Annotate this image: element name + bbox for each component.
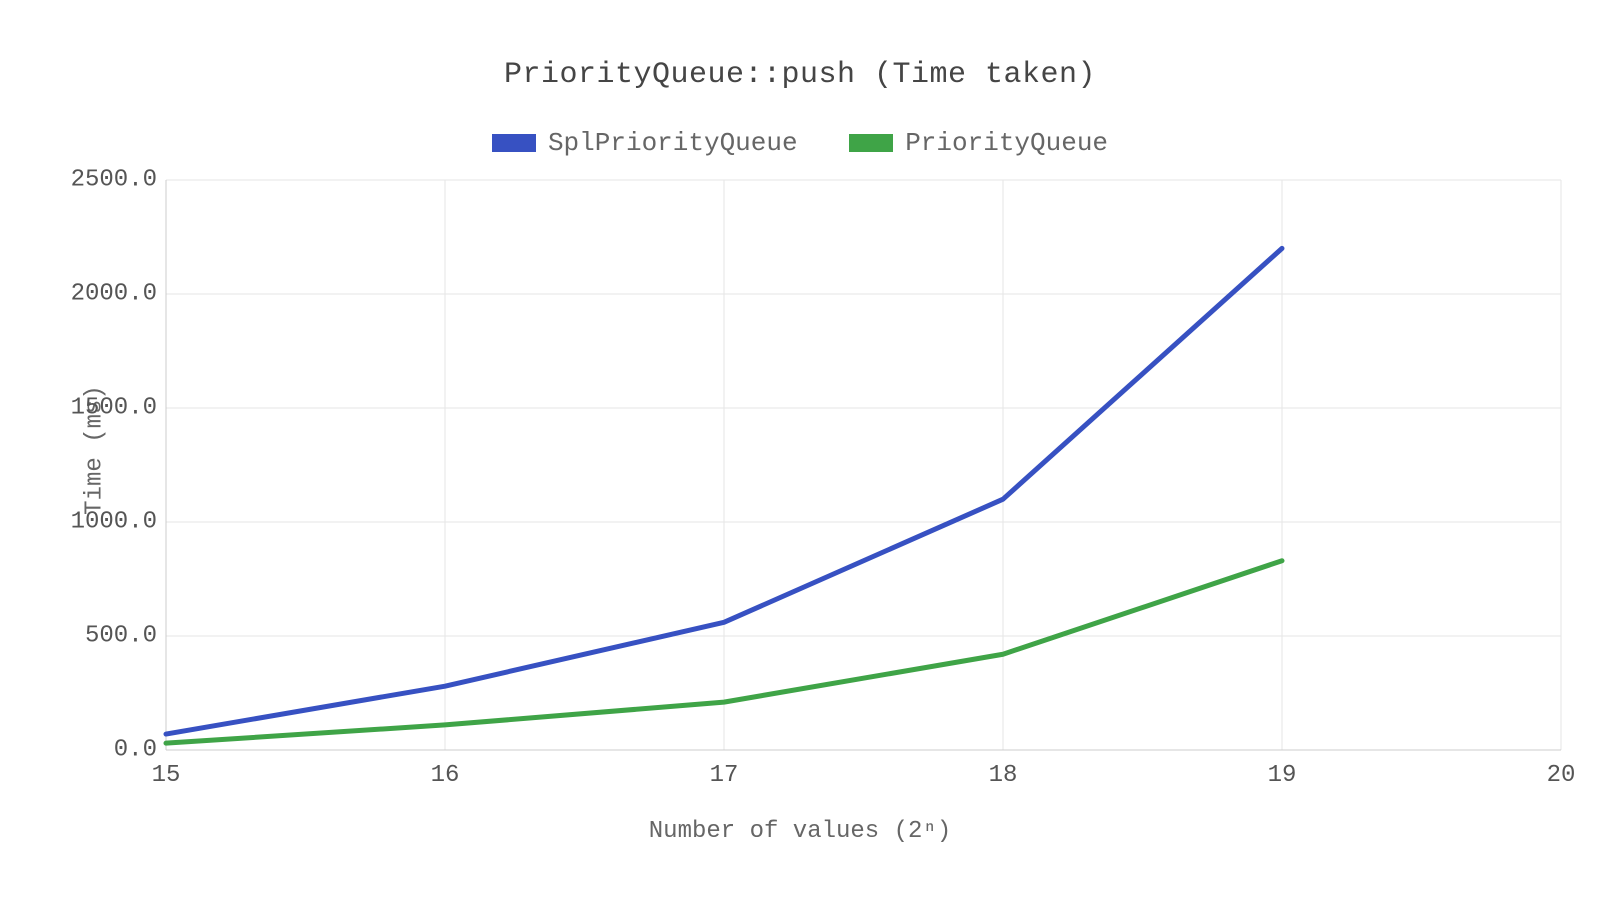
legend-label-priorityqueue: PriorityQueue	[905, 128, 1108, 158]
y-tick-label: 500.0	[57, 623, 157, 650]
chart-title: PriorityQueue::push (Time taken)	[0, 58, 1600, 92]
legend-item-splpriorityqueue: SplPriorityQueue	[492, 128, 798, 158]
x-tick-label: 18	[989, 762, 1018, 789]
x-axis-label: Number of values (2ⁿ)	[0, 818, 1600, 845]
x-tick-label: 15	[152, 762, 181, 789]
x-tick-label: 16	[431, 762, 460, 789]
legend-item-priorityqueue: PriorityQueue	[849, 128, 1108, 158]
y-tick-label: 2000.0	[57, 281, 157, 308]
chart-container: PriorityQueue::push (Time taken) SplPrio…	[0, 0, 1600, 900]
x-tick-label: 20	[1547, 762, 1576, 789]
chart-legend: SplPriorityQueue PriorityQueue	[0, 128, 1600, 160]
legend-swatch-priorityqueue	[849, 134, 893, 152]
x-tick-label: 17	[710, 762, 739, 789]
y-tick-label: 1500.0	[57, 395, 157, 422]
y-tick-label: 1000.0	[57, 509, 157, 536]
plot-svg	[166, 180, 1561, 750]
y-tick-label: 0.0	[57, 737, 157, 764]
y-tick-label: 2500.0	[57, 167, 157, 194]
x-tick-label: 19	[1268, 762, 1297, 789]
legend-swatch-splpriorityqueue	[492, 134, 536, 152]
legend-label-splpriorityqueue: SplPriorityQueue	[548, 128, 798, 158]
plot-area: 0.0500.01000.01500.02000.02500.015161718…	[166, 180, 1561, 750]
